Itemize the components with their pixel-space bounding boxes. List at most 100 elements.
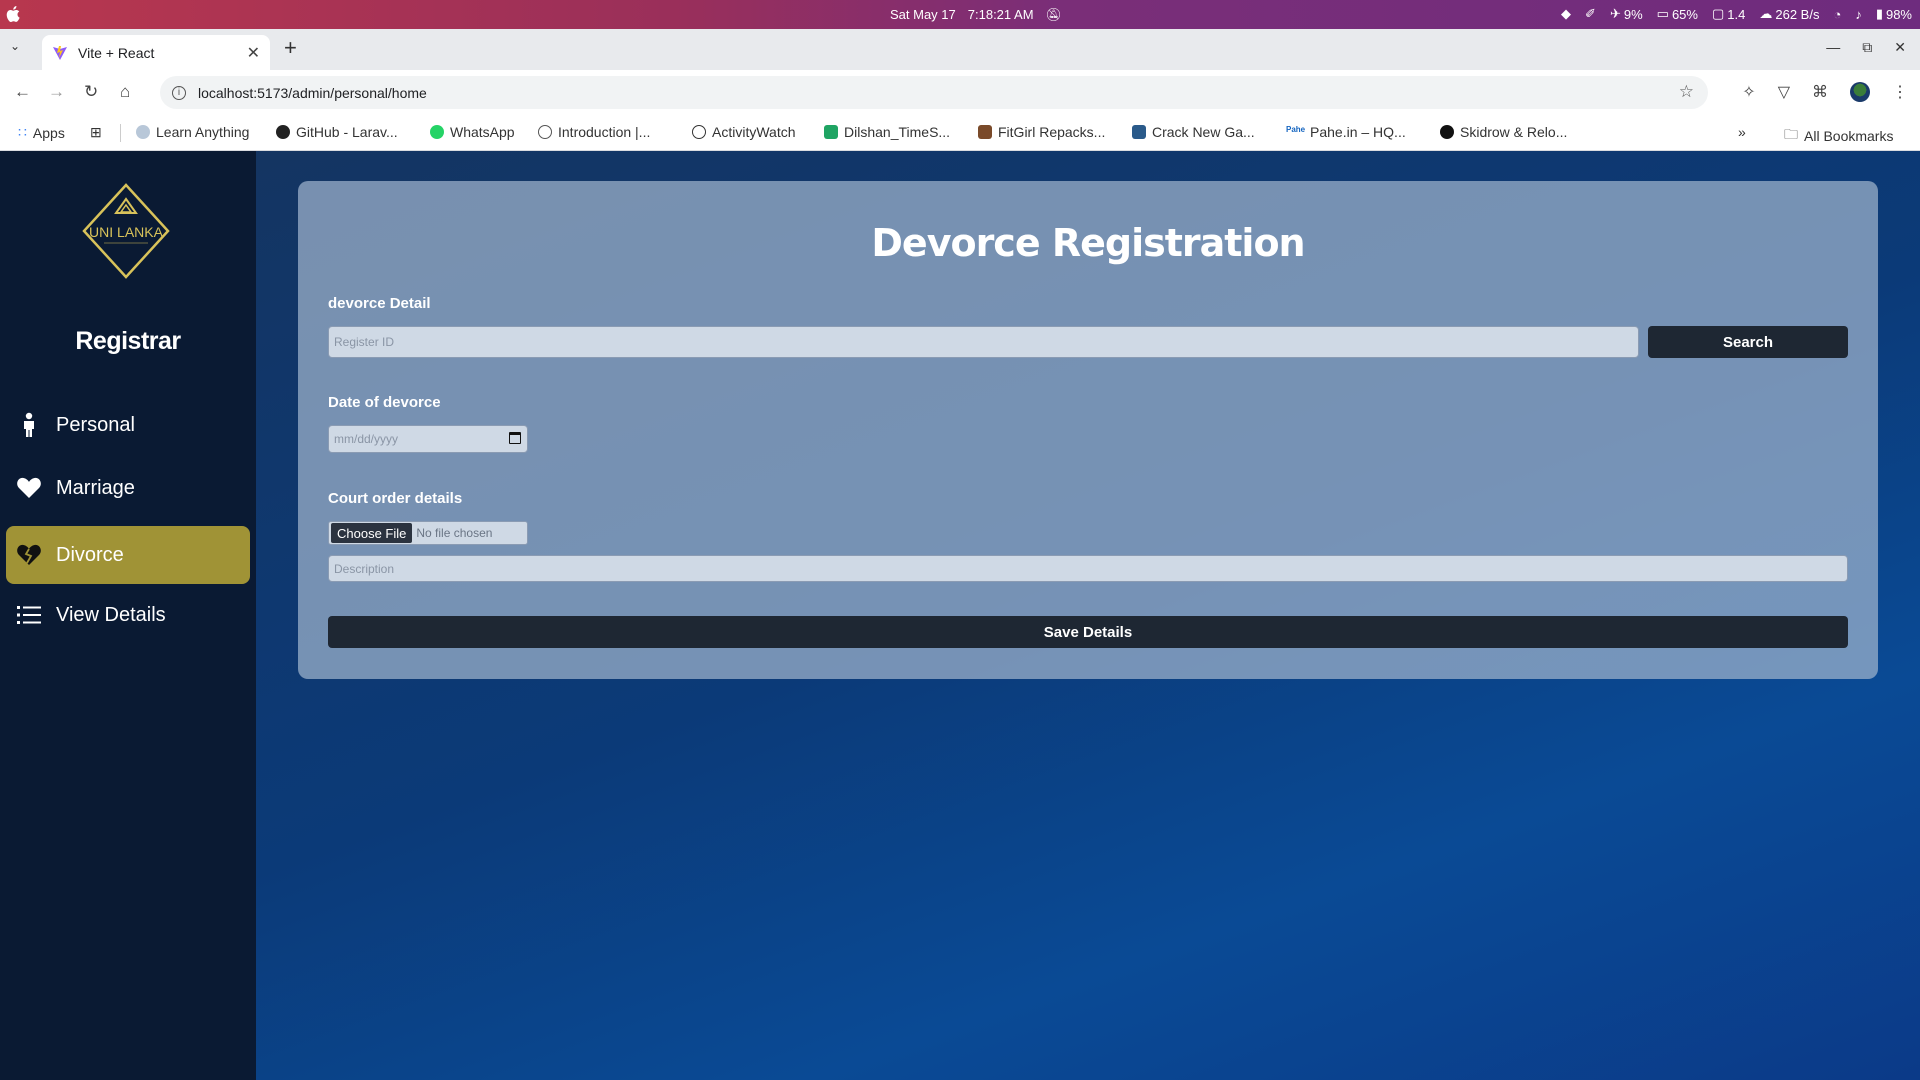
sheets-icon [824, 125, 838, 139]
bookmark-item[interactable]: ActivityWatch [692, 124, 796, 140]
all-bookmarks[interactable]: 🗀︎ All Bookmarks [1784, 124, 1893, 148]
apple-icon[interactable] [6, 5, 22, 23]
site-info-icon[interactable]: i [172, 85, 186, 100]
bookmark-item[interactable]: Crack New Ga... [1132, 124, 1255, 140]
sidebar-item-marriage[interactable]: Marriage [6, 459, 250, 517]
reload-icon[interactable]: ↻ [84, 82, 98, 102]
more-bookmarks-icon[interactable]: » [1738, 124, 1746, 140]
restore-icon[interactable]: ⧉ [1862, 39, 1872, 56]
battery-icon: ▮ [1875, 6, 1883, 21]
sidebar-item-label: View Details [56, 603, 166, 626]
skidrow-icon [1440, 125, 1454, 139]
bookmark-label: Dilshan_TimeS... [844, 124, 951, 140]
sidebar-title: Registrar [75, 327, 181, 355]
bookmark-item[interactable]: FitGirl Repacks... [978, 124, 1105, 140]
bookmark-label: Pahe.in – HQ... [1310, 124, 1406, 140]
browser-tab-strip: ⌄ Vite + React ✕ + — ⧉ ✕ [0, 29, 1920, 70]
wifi-icon[interactable]: ◔ [1833, 7, 1841, 22]
home-icon[interactable]: ⌂ [120, 82, 130, 102]
sidebar-item-label: Divorce [56, 543, 124, 566]
bookmark-item[interactable]: Dilshan_TimeS... [824, 124, 950, 140]
introduction-icon [538, 125, 552, 139]
memory-value: 65% [1671, 6, 1698, 22]
bookmark-item[interactable]: Learn Anything [136, 124, 249, 140]
network-indicator[interactable]: ☁ 262 B/s [1759, 6, 1819, 22]
puzzle-icon[interactable]: ⌘ [1812, 82, 1828, 102]
search-button[interactable]: Search [1648, 326, 1848, 358]
bookmark-item[interactable]: GitHub - Larav... [276, 124, 398, 140]
cpu-indicator[interactable]: ✈ 9% [1610, 6, 1643, 22]
calendar-icon[interactable] [509, 432, 521, 444]
sidebar-item-view-details[interactable]: View Details [6, 586, 250, 644]
folder-icon: 🗀︎ [1784, 126, 1798, 142]
learn-anything-icon [136, 125, 150, 139]
divorce-registration-card: Devorce Registration devorce Detail Regi… [298, 181, 1878, 679]
sidebar: UNI LANKA Registrar Personal Marriage Di… [0, 151, 256, 1080]
bookmark-separator [120, 124, 121, 142]
bookmark-label: Apps [32, 124, 65, 141]
description-input[interactable]: Description [328, 555, 1848, 582]
sidebar-item-divorce[interactable]: Divorce [6, 526, 250, 584]
battery-indicator[interactable]: ▮ 98% [1876, 6, 1912, 22]
bookmark-label: FitGirl Repacks... [998, 124, 1106, 140]
shield-icon[interactable]: ◆ [1561, 6, 1571, 22]
vue-devtools-icon[interactable]: ▽ [1778, 82, 1790, 102]
bookmark-label: WhatsApp [450, 124, 515, 140]
memory-indicator[interactable]: ▭ 65% [1657, 6, 1698, 22]
new-tab-icon[interactable]: + [284, 35, 297, 61]
load-indicator[interactable]: ▢ 1.4 [1712, 6, 1745, 22]
browser-toolbar: ← → ↻ ⌂ i localhost:5173/admin/personal/… [0, 70, 1920, 114]
date-placeholder: mm/dd/yyyy [334, 432, 399, 446]
date-input[interactable]: mm/dd/yyyy [328, 425, 528, 453]
register-id-input[interactable]: Register ID [328, 326, 1639, 358]
cpu-icon: ✈ [1609, 6, 1621, 21]
close-tab-icon[interactable]: ✕ [247, 43, 260, 63]
color-picker-icon[interactable]: ✐ [1585, 6, 1596, 22]
os-top-bar: Sat May 17 7:18:21 AM 🔕︎ ◆ ✐ ✈ 9% ▭ 65% ▢ 1… [0, 0, 1920, 29]
sidebar-item-personal[interactable]: Personal [6, 396, 250, 454]
crack-games-icon [1132, 125, 1146, 139]
bookmark-apps[interactable]: ∷ Apps [18, 124, 65, 141]
forward-icon[interactable]: → [48, 82, 65, 102]
back-icon[interactable]: ← [14, 82, 31, 102]
date-of-devorce-label: Date of devorce [328, 394, 441, 411]
bookmark-item[interactable]: Introduction |... [538, 124, 650, 140]
close-window-icon[interactable]: ✕ [1894, 39, 1906, 56]
volume-icon[interactable]: ♪ [1855, 7, 1862, 22]
address-bar[interactable]: i localhost:5173/admin/personal/home ☆ [160, 76, 1708, 109]
court-order-file-input[interactable]: Choose File No file chosen [328, 521, 528, 545]
bookmark-label: ActivityWatch [712, 124, 796, 140]
monitor-icon: ▢ [1711, 6, 1725, 21]
person-icon [16, 412, 42, 438]
bookmark-item[interactable]: WhatsApp [430, 124, 515, 140]
bookmark-star-icon[interactable]: ☆ [1679, 82, 1694, 102]
os-date: Sat May 17 [890, 7, 956, 22]
browser-tab[interactable]: Vite + React ✕ [42, 35, 270, 70]
menu-kebab-icon[interactable]: ⋮ [1892, 82, 1908, 102]
profile-avatar[interactable] [1850, 82, 1870, 102]
save-details-button[interactable]: Save Details [328, 616, 1848, 648]
bookmark-item[interactable]: Pahe Pahe.in – HQ... [1286, 124, 1406, 140]
tab-groups-icon[interactable]: ⊞ [90, 124, 102, 141]
tab-list-chevron-icon[interactable]: ⌄ [10, 39, 20, 53]
uni-lanka-logo: UNI LANKA [82, 183, 170, 279]
broken-heart-icon [16, 542, 42, 568]
bookmark-label: Learn Anything [156, 124, 250, 140]
notifications-off-icon[interactable]: 🔕︎ [1046, 7, 1063, 23]
all-bookmarks-label: All Bookmarks [1804, 128, 1894, 144]
memory-icon: ▭ [1656, 6, 1669, 21]
devorce-detail-label: devorce Detail [328, 295, 431, 312]
bookmark-label: GitHub - Larav... [296, 124, 398, 140]
os-time: 7:18:21 AM [967, 7, 1034, 22]
cpu-value: 9% [1623, 6, 1643, 22]
sidebar-item-label: Personal [56, 413, 135, 436]
url-text: localhost:5173/admin/personal/home [198, 84, 427, 101]
bookmarks-bar: ∷ Apps ⊞ Learn Anything GitHub - Larav..… [0, 114, 1920, 151]
court-order-label: Court order details [328, 490, 463, 507]
choose-file-button[interactable]: Choose File [331, 523, 413, 543]
heart-icon [16, 475, 42, 501]
vite-icon [53, 45, 67, 60]
minimize-icon[interactable]: — [1826, 39, 1840, 56]
bookmark-item[interactable]: Skidrow & Relo... [1440, 124, 1567, 140]
extension-icon[interactable]: ✧ [1742, 82, 1755, 102]
